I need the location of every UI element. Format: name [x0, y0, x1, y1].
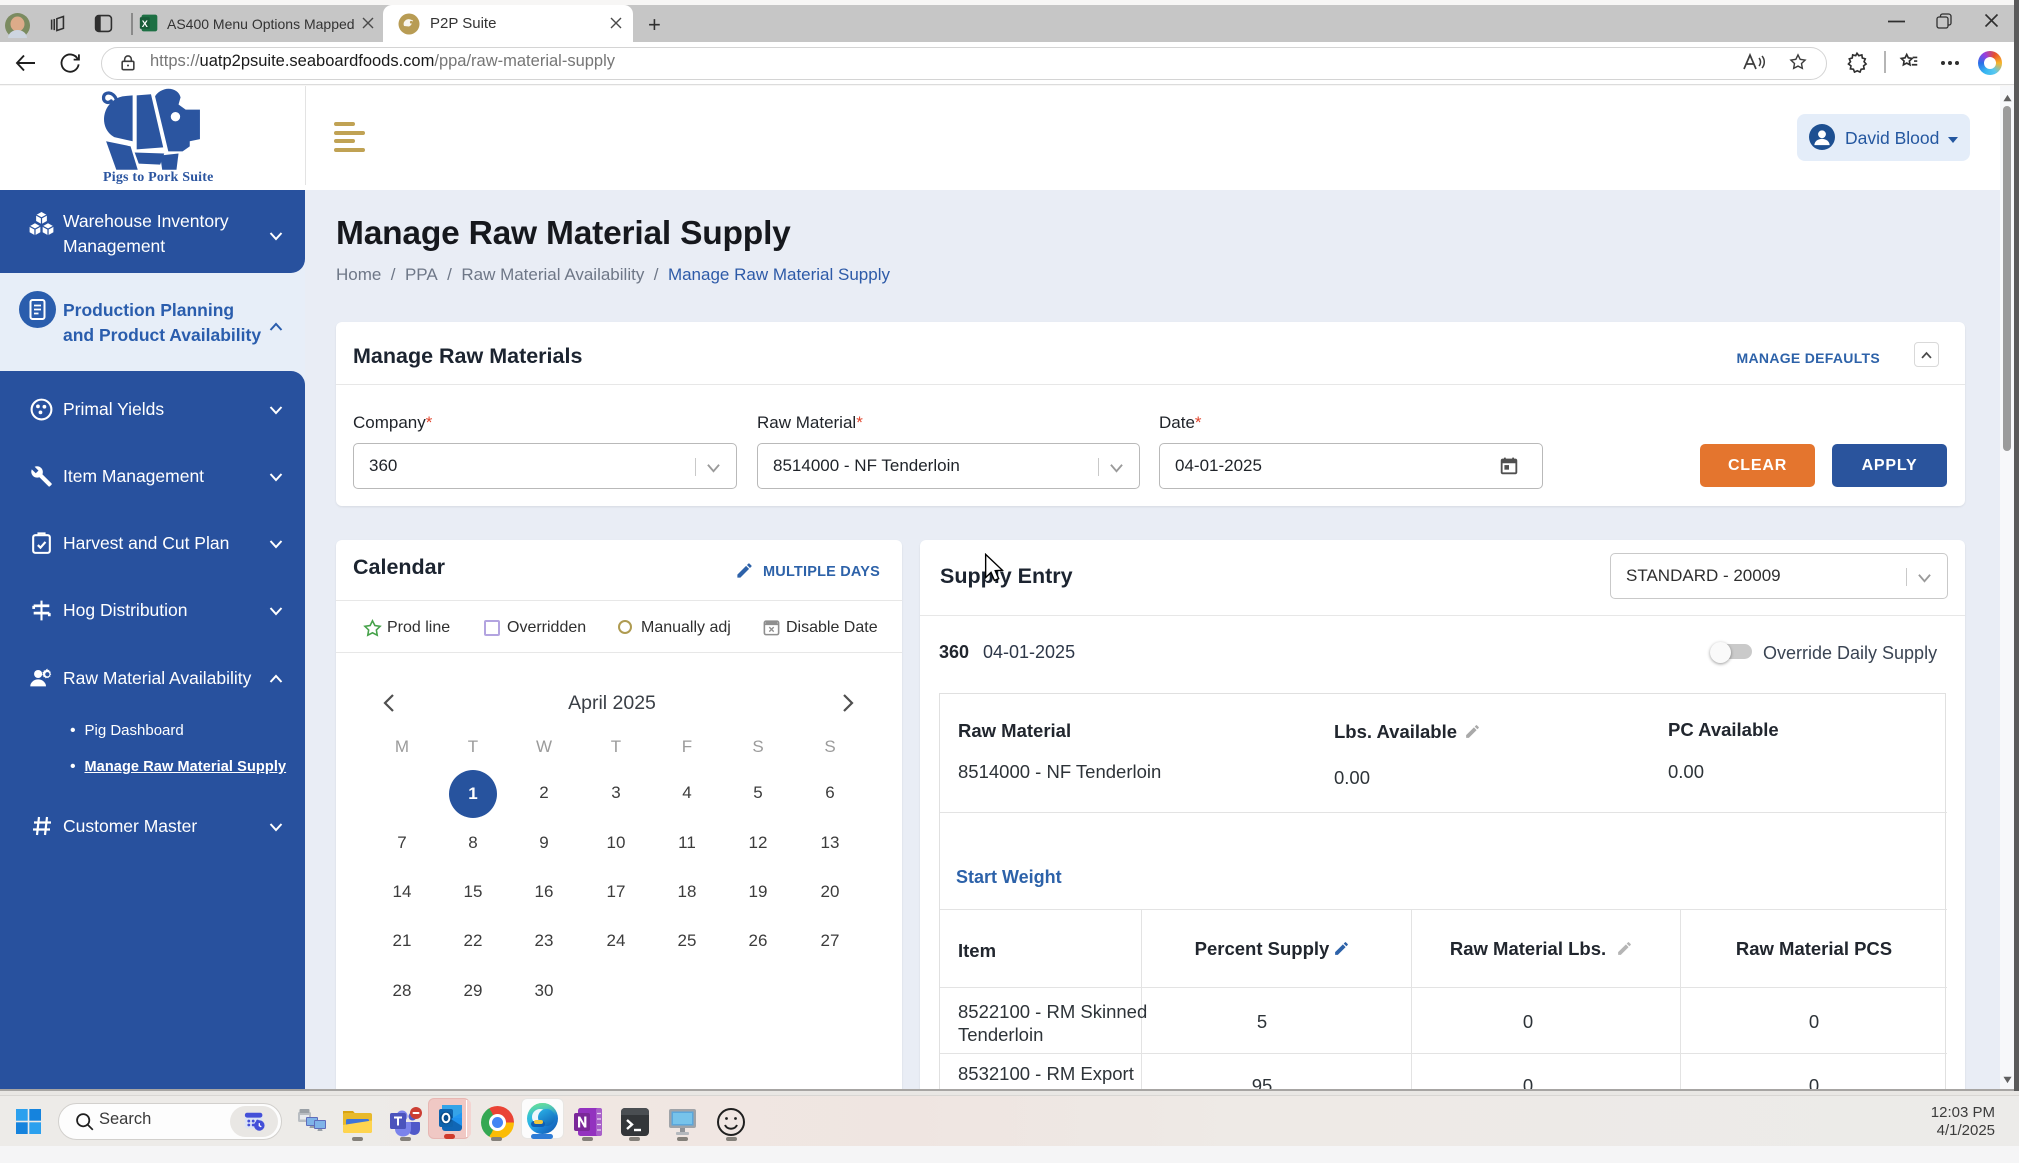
svg-text:X: X	[142, 19, 149, 29]
